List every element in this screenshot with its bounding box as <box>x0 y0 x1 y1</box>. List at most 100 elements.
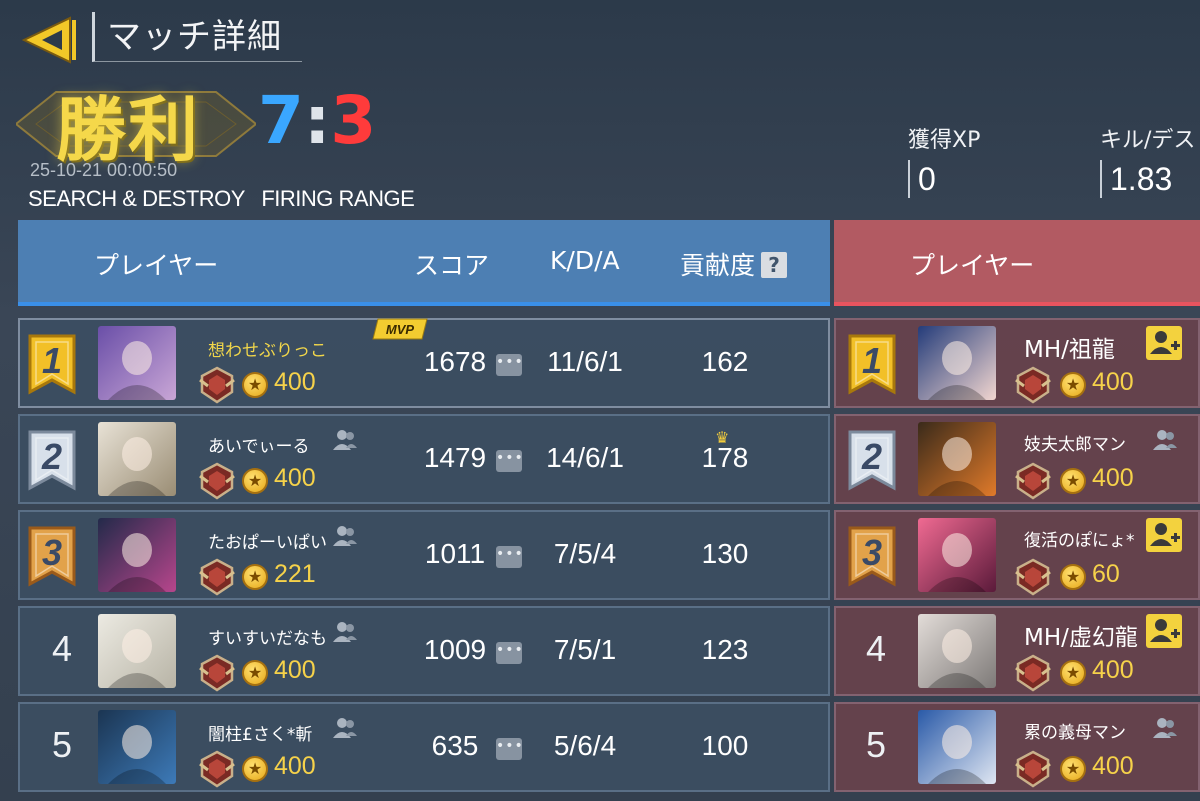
match-score: 7:3 <box>258 82 376 159</box>
blue-team-header: プレイヤー スコア K/D/A 貢献度? <box>18 220 830 306</box>
rank-medal-icon <box>1015 654 1051 692</box>
help-icon[interactable]: ? <box>761 252 788 278</box>
add-friend-button[interactable] <box>1146 518 1182 552</box>
col-score: スコア <box>414 251 490 280</box>
avatar[interactable] <box>98 614 176 688</box>
add-friend-icon <box>1150 523 1180 546</box>
player-row[interactable]: 5 累の義母マン ★ 400 <box>834 702 1200 792</box>
col-player: プレイヤー <box>94 251 219 280</box>
player-kda: 11/6/1 <box>547 346 623 377</box>
avatar-portrait <box>108 437 166 496</box>
coin-icon: ★ <box>242 756 268 782</box>
friend-icon[interactable] <box>1152 428 1178 452</box>
col-kda: K/D/A <box>550 246 620 275</box>
avatar[interactable] <box>98 326 176 400</box>
player-row[interactable]: 3 たおぱーいぱい ★ 221 1011 ••• 7/5/4 130 <box>18 510 830 600</box>
coin-icon: ★ <box>242 468 268 494</box>
score-blue: 7 <box>258 82 304 159</box>
player-score: 1011 <box>424 538 486 569</box>
player-contribution: 100 <box>701 730 749 761</box>
player-name: すいすいだなも <box>208 629 327 649</box>
red-team-header: プレイヤー <box>834 220 1200 306</box>
player-points: 400 <box>1092 656 1134 684</box>
player-row[interactable]: 4 MH/虚幻龍 ★ 400 <box>834 606 1200 696</box>
avatar-portrait <box>928 341 986 400</box>
rank-medal-icon <box>1015 750 1051 788</box>
avatar[interactable] <box>918 518 996 592</box>
player-row[interactable]: 2 あいでぃーる ★ 400 1479 ••• 14/6/1 ♛ 178 <box>18 414 830 504</box>
col-player: プレイヤー <box>910 251 1035 280</box>
match-datetime: 25-10-21 00:00:50 <box>30 160 178 180</box>
friend-icon[interactable] <box>332 716 358 740</box>
rank-number: 3 <box>862 532 883 573</box>
stat-value: 1.83 <box>1100 160 1195 198</box>
mvp-label: MVP <box>386 322 415 337</box>
player-points: 400 <box>1092 368 1134 396</box>
rank-medal-icon <box>199 558 235 596</box>
player-name: 妓夫太郎マン <box>1024 435 1126 455</box>
coin-icon: ★ <box>242 372 268 398</box>
rank-number: 3 <box>42 532 63 573</box>
rank-number: 4 <box>866 628 887 669</box>
player-contribution: 178 <box>701 442 749 473</box>
rank-medal-icon <box>1015 462 1051 500</box>
avatar-portrait <box>108 533 166 592</box>
stat-xp: 獲得XP 0 <box>908 122 980 198</box>
player-row[interactable]: 2 妓夫太郎マン ★ 400 <box>834 414 1200 504</box>
add-friend-button[interactable] <box>1146 326 1182 360</box>
coin-icon: ★ <box>1060 660 1086 686</box>
back-arrow-icon[interactable] <box>18 14 78 66</box>
avatar[interactable] <box>98 710 176 784</box>
rank-number: 1 <box>862 340 883 381</box>
friend-icon[interactable] <box>332 620 358 644</box>
coin-icon: ★ <box>1060 372 1086 398</box>
player-score: 635 <box>431 730 479 761</box>
friend-icon[interactable] <box>332 524 358 548</box>
rank-medal-icon <box>199 750 235 788</box>
chat-icon[interactable]: ••• <box>496 450 523 472</box>
avatar[interactable] <box>918 710 996 784</box>
rank-medal-icon <box>1015 366 1051 404</box>
player-row[interactable]: 1 MH/祖龍 ★ 400 <box>834 318 1200 408</box>
avatar-portrait <box>928 533 986 592</box>
player-row[interactable]: 4 すいすいだなも ★ 400 1009 ••• 7/5/1 123 <box>18 606 830 696</box>
friend-icon[interactable] <box>1152 716 1178 740</box>
player-name: たおぱーいぱい <box>208 533 327 553</box>
rank-number: 5 <box>866 724 887 765</box>
rank-medal-icon <box>199 366 235 404</box>
avatar-portrait <box>928 437 986 496</box>
rank-number: 1 <box>42 340 63 381</box>
player-contribution: 123 <box>701 634 749 665</box>
chat-icon[interactable]: ••• <box>496 546 523 568</box>
rank-medal-icon <box>199 654 235 692</box>
player-contribution: 130 <box>701 538 749 569</box>
player-score: 1479 <box>423 442 487 473</box>
avatar[interactable] <box>918 422 996 496</box>
avatar[interactable] <box>98 518 176 592</box>
avatar-portrait <box>108 341 166 400</box>
friend-icon[interactable] <box>332 428 358 452</box>
avatar[interactable] <box>98 422 176 496</box>
player-contribution: 162 <box>701 346 749 377</box>
chat-icon[interactable]: ••• <box>496 738 523 760</box>
avatar[interactable] <box>918 326 996 400</box>
player-score: 1009 <box>423 634 487 665</box>
stat-kd: キル/デス 1.83 <box>1100 122 1195 198</box>
player-points: 400 <box>274 752 316 780</box>
coin-icon: ★ <box>242 660 268 686</box>
player-row[interactable]: 5 闇柱£さく*斬 ★ 400 635 ••• 5/6/4 100 <box>18 702 830 792</box>
coin-icon: ★ <box>242 564 268 590</box>
player-points: 400 <box>1092 464 1134 492</box>
player-row[interactable]: 1 想わせぶりっこ ★ 400 MVP 1678 ••• 11/6/1 162 <box>18 318 830 408</box>
rank-number: 2 <box>862 436 883 477</box>
chat-icon[interactable]: ••• <box>496 642 523 664</box>
player-points: 400 <box>1092 752 1134 780</box>
add-friend-button[interactable] <box>1146 614 1182 648</box>
chat-icon[interactable]: ••• <box>496 354 523 376</box>
player-kda: 7/5/4 <box>553 538 617 569</box>
coin-icon: ★ <box>1060 468 1086 494</box>
player-points: 60 <box>1092 560 1120 588</box>
player-points: 400 <box>274 368 316 396</box>
player-row[interactable]: 3 復活のぽにょ* ★ 60 <box>834 510 1200 600</box>
avatar[interactable] <box>918 614 996 688</box>
